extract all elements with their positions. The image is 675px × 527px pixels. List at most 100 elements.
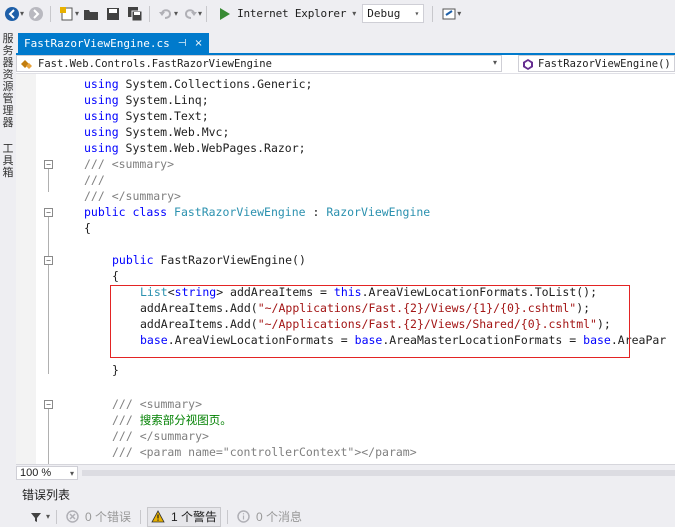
toolbar-separator	[50, 5, 52, 22]
attach-process-button[interactable]	[439, 4, 459, 24]
zoom-select[interactable]: 100 % ▾	[16, 466, 78, 480]
code-token: System.Linq;	[118, 93, 209, 107]
save-all-icon	[128, 6, 143, 21]
code-token: System.Web.WebPages.Razor;	[118, 141, 306, 155]
member-selector-value: FastRazorViewEngine()	[538, 57, 671, 70]
code-token: </summary>	[111, 189, 181, 203]
undo-button[interactable]	[156, 4, 176, 24]
tab-fastrazorviewengine[interactable]: FastRazorViewEngine.cs ⊣ ×	[18, 33, 209, 53]
errors-filter-toggle[interactable]: 0 个错误	[63, 508, 134, 526]
code-token: {	[84, 221, 91, 235]
code-token: ///	[112, 413, 140, 427]
code-line: − public FastRazorViewEngine()	[16, 252, 675, 268]
code-token: ///	[112, 429, 140, 443]
toolbar-separator	[432, 5, 434, 22]
save-all-button[interactable]	[125, 4, 145, 24]
toolbar-overflow-icon[interactable]: ▾	[457, 9, 461, 18]
code-token: using	[84, 141, 119, 155]
member-selector[interactable]: FastRazorViewEngine()	[518, 55, 675, 72]
start-debugging-button[interactable]: Internet Explorer	[217, 4, 348, 24]
toolbar-separator	[206, 5, 208, 22]
code-editor[interactable]: using System.Collections.Generic; using …	[16, 74, 675, 464]
collapse-toggle-icon[interactable]: −	[44, 160, 53, 169]
code-token: using	[84, 109, 119, 123]
chevron-down-icon: ▾	[69, 468, 74, 478]
messages-count: 0 个消息	[256, 510, 303, 524]
code-token: {	[112, 269, 119, 283]
pin-icon[interactable]: ⊣	[178, 38, 187, 49]
configuration-select[interactable]: Debug ▾	[362, 4, 425, 23]
run-target-dropdown-icon[interactable]: ▾	[352, 9, 356, 18]
code-line: /// <param name="controllerContext"></pa…	[16, 444, 675, 460]
code-token: System.Text;	[118, 109, 209, 123]
back-dropdown-icon[interactable]: ▾	[20, 9, 24, 18]
forward-button[interactable]	[26, 4, 46, 24]
redo-dropdown-icon[interactable]: ▾	[198, 9, 202, 18]
back-button[interactable]	[2, 4, 22, 24]
code-line: /// 搜索部分视图页。	[16, 412, 675, 428]
filter-button[interactable]: ▾	[30, 511, 50, 523]
zoom-value: 100 %	[20, 467, 52, 479]
type-selector-value: Fast.Web.Controls.FastRazorViewEngine	[38, 57, 272, 70]
error-icon	[66, 510, 79, 523]
code-token: ///	[84, 157, 112, 171]
toolbar-separator	[227, 509, 229, 524]
code-token: FastRazorViewEngine()	[153, 253, 306, 267]
toolbox-tab[interactable]: 工具箱	[1, 143, 15, 179]
code-token: System.Collections.Generic;	[118, 77, 313, 91]
save-button[interactable]	[103, 4, 123, 24]
code-token: using	[84, 77, 119, 91]
new-project-button[interactable]	[57, 4, 77, 24]
code-line: {	[16, 220, 675, 236]
server-explorer-tab[interactable]: 服务器资源管理器	[1, 33, 15, 129]
chevron-down-icon: ▾	[414, 9, 420, 18]
info-icon	[237, 510, 250, 523]
run-target-label: Internet Explorer	[237, 7, 347, 20]
code-token: ///	[84, 173, 105, 187]
errors-count: 0 个错误	[85, 510, 132, 524]
document-tab-well: FastRazorViewEngine.cs ⊣ ×	[16, 33, 675, 55]
warnings-filter-toggle[interactable]: 1 个警告	[147, 506, 222, 527]
collapse-toggle-icon[interactable]: −	[44, 208, 53, 217]
undo-dropdown-icon[interactable]: ▾	[174, 9, 178, 18]
code-line: {	[16, 268, 675, 284]
redo-button[interactable]	[180, 4, 200, 24]
code-token: }	[112, 363, 119, 377]
close-icon[interactable]: ×	[194, 38, 202, 49]
code-line: − public class FastRazorViewEngine : Raz…	[16, 204, 675, 220]
code-token: public	[112, 253, 154, 267]
play-icon	[220, 7, 231, 20]
code-line: using System.Text;	[16, 108, 675, 124]
code-token: RazorViewEngine	[326, 205, 431, 219]
toolbar-separator	[56, 509, 58, 524]
collapse-toggle-icon[interactable]: −	[44, 256, 53, 265]
code-line: − /// <summary>	[16, 396, 675, 412]
collapse-toggle-icon[interactable]: −	[44, 400, 53, 409]
configuration-value: Debug	[367, 7, 401, 20]
editor-status-bar: 100 % ▾	[16, 464, 675, 482]
new-project-dropdown-icon[interactable]: ▾	[75, 9, 79, 18]
warning-icon	[151, 510, 165, 523]
messages-filter-toggle[interactable]: 0 个消息	[234, 508, 305, 526]
code-token: using	[84, 125, 119, 139]
chevron-down-icon: ▾	[46, 512, 51, 521]
main-toolbar: ▾ ▾ ▾ ▾ Internet Explorer ▾ Debug ▾ ▾	[0, 0, 675, 27]
horizontal-scrollbar[interactable]	[82, 470, 675, 476]
toolbar-separator	[149, 5, 151, 22]
code-line: /// </summary>	[16, 188, 675, 204]
code-token: ///	[112, 397, 140, 411]
open-file-button[interactable]	[81, 4, 101, 24]
attach-process-icon	[442, 8, 456, 19]
code-token: :	[305, 205, 327, 219]
redo-icon	[185, 8, 198, 19]
type-selector[interactable]: Fast.Web.Controls.FastRazorViewEngine ▾	[16, 55, 502, 72]
code-line: /// </summary>	[16, 428, 675, 444]
code-line: }	[16, 362, 675, 378]
back-arrow-icon	[5, 6, 19, 21]
code-line: using System.Web.WebPages.Razor;	[16, 140, 675, 156]
undo-icon	[159, 8, 172, 19]
toolbar-separator	[140, 509, 142, 524]
code-token: public	[84, 205, 126, 219]
code-line: using System.Linq;	[16, 92, 675, 108]
code-token: <summary>	[139, 397, 203, 411]
